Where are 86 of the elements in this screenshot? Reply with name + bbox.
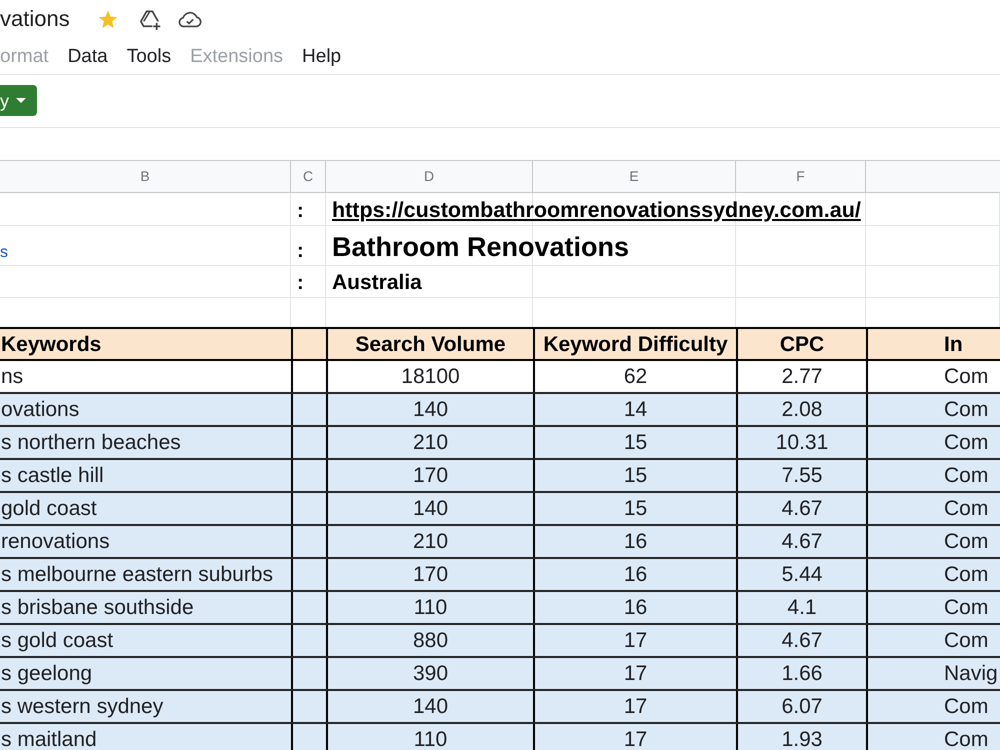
separator-text: :	[297, 273, 304, 293]
table-cell: 17	[533, 691, 736, 722]
table-cell-text: ovations	[0, 397, 80, 423]
separator-text: :	[297, 201, 304, 221]
table-cell-text: s gold coast	[0, 628, 114, 654]
table-cell: 5.44	[736, 559, 866, 590]
table-cell: 390	[326, 658, 533, 689]
table-cell-text: ns	[0, 364, 24, 390]
table-cell: 62	[533, 361, 736, 392]
star-icon[interactable]	[98, 10, 118, 28]
table-cell: 140	[326, 691, 533, 722]
dropdown-button[interactable]: y	[0, 85, 37, 116]
table-cell: 110	[326, 592, 533, 623]
table-cell: 110	[326, 724, 533, 750]
table-cell: Com	[866, 493, 1000, 524]
table-cell-text: renovations	[0, 529, 111, 555]
table-cell: Com	[866, 460, 1000, 491]
column-header[interactable]: F	[736, 161, 866, 192]
table-cell: 17	[533, 625, 736, 656]
table-cell: 15	[533, 460, 736, 491]
table-cell-text: s maitland	[0, 727, 98, 750]
table-cell: 16	[533, 526, 736, 557]
table-cell: 10.31	[736, 427, 866, 458]
table-cell: Com	[866, 526, 1000, 557]
table-cell: 210	[326, 427, 533, 458]
menu-item[interactable]: Help	[302, 46, 342, 66]
table-cell-text: s castle hill	[0, 463, 105, 489]
table-cell: 4.67	[736, 526, 866, 557]
table-cell: Com	[866, 691, 1000, 722]
drive-add-icon[interactable]	[138, 8, 161, 30]
table-cell: 140	[326, 394, 533, 425]
table-cell: 16	[533, 592, 736, 623]
table-cell: 6.07	[736, 691, 866, 722]
table-cell-text: s melbourne eastern suburbs	[0, 562, 274, 588]
column-header[interactable]: Keywords	[0, 329, 291, 359]
table-cell: Com	[866, 394, 1000, 425]
table-cell: Com	[866, 724, 1000, 750]
column-header[interactable]: CPC	[736, 329, 866, 359]
url-link[interactable]: https://custombathroomrenovationssydney.com.au/	[332, 200, 861, 221]
table-cell: 1.66	[736, 658, 866, 689]
table-cell: Navig	[866, 658, 1000, 689]
table-cell-text: s western sydney	[0, 694, 164, 720]
column-header[interactable]: B	[0, 161, 291, 192]
table-cell: Com	[866, 361, 1000, 392]
table-cell: 15	[533, 493, 736, 524]
table-cell-text: s geelong	[0, 661, 94, 687]
table-cell: 4.1	[736, 592, 866, 623]
cloud-check-icon[interactable]	[178, 10, 202, 28]
table-cell: Com	[866, 559, 1000, 590]
table-cell-text: gold coast	[0, 496, 98, 522]
table-cell: 880	[326, 625, 533, 656]
table-cell: 210	[326, 526, 533, 557]
table-cell-text: s brisbane southside	[0, 595, 195, 621]
sheet-heading: Bathroom Renovations	[332, 234, 630, 261]
column-header[interactable]: Search Volume	[326, 329, 533, 359]
menu-item[interactable]: Tools	[126, 46, 172, 66]
table-cell: 170	[326, 559, 533, 590]
cell-text: s	[0, 245, 8, 261]
table-cell: 140	[326, 493, 533, 524]
table-cell: 7.55	[736, 460, 866, 491]
table-cell-text: s northern beaches	[0, 430, 182, 456]
menu-item[interactable]: Data	[68, 46, 108, 66]
column-header[interactable]: In	[866, 329, 1000, 359]
table-cell: 15	[533, 427, 736, 458]
table-cell: Com	[866, 625, 1000, 656]
table-cell: 17	[533, 724, 736, 750]
table-cell: 4.67	[736, 493, 866, 524]
table-cell: 18100	[326, 361, 533, 392]
column-header[interactable]: D	[326, 161, 533, 192]
table-cell: 16	[533, 559, 736, 590]
column-header[interactable]: C	[291, 161, 326, 192]
table-cell: Com	[866, 592, 1000, 623]
column-header[interactable]: E	[533, 161, 736, 192]
table-cell: 1.93	[736, 724, 866, 750]
cell-text: Australia	[332, 272, 422, 293]
table-cell: 4.67	[736, 625, 866, 656]
table-cell: 17	[533, 658, 736, 689]
document-title[interactable]: vations	[0, 8, 70, 30]
table-cell: 14	[533, 394, 736, 425]
caret-icon	[16, 98, 26, 103]
column-header[interactable]: Keyword Difficulty	[533, 329, 736, 359]
table-cell: 2.08	[736, 394, 866, 425]
table-cell: 2.77	[736, 361, 866, 392]
table-cell: 170	[326, 460, 533, 491]
table-cell: Com	[866, 427, 1000, 458]
separator-text: :	[297, 241, 304, 261]
